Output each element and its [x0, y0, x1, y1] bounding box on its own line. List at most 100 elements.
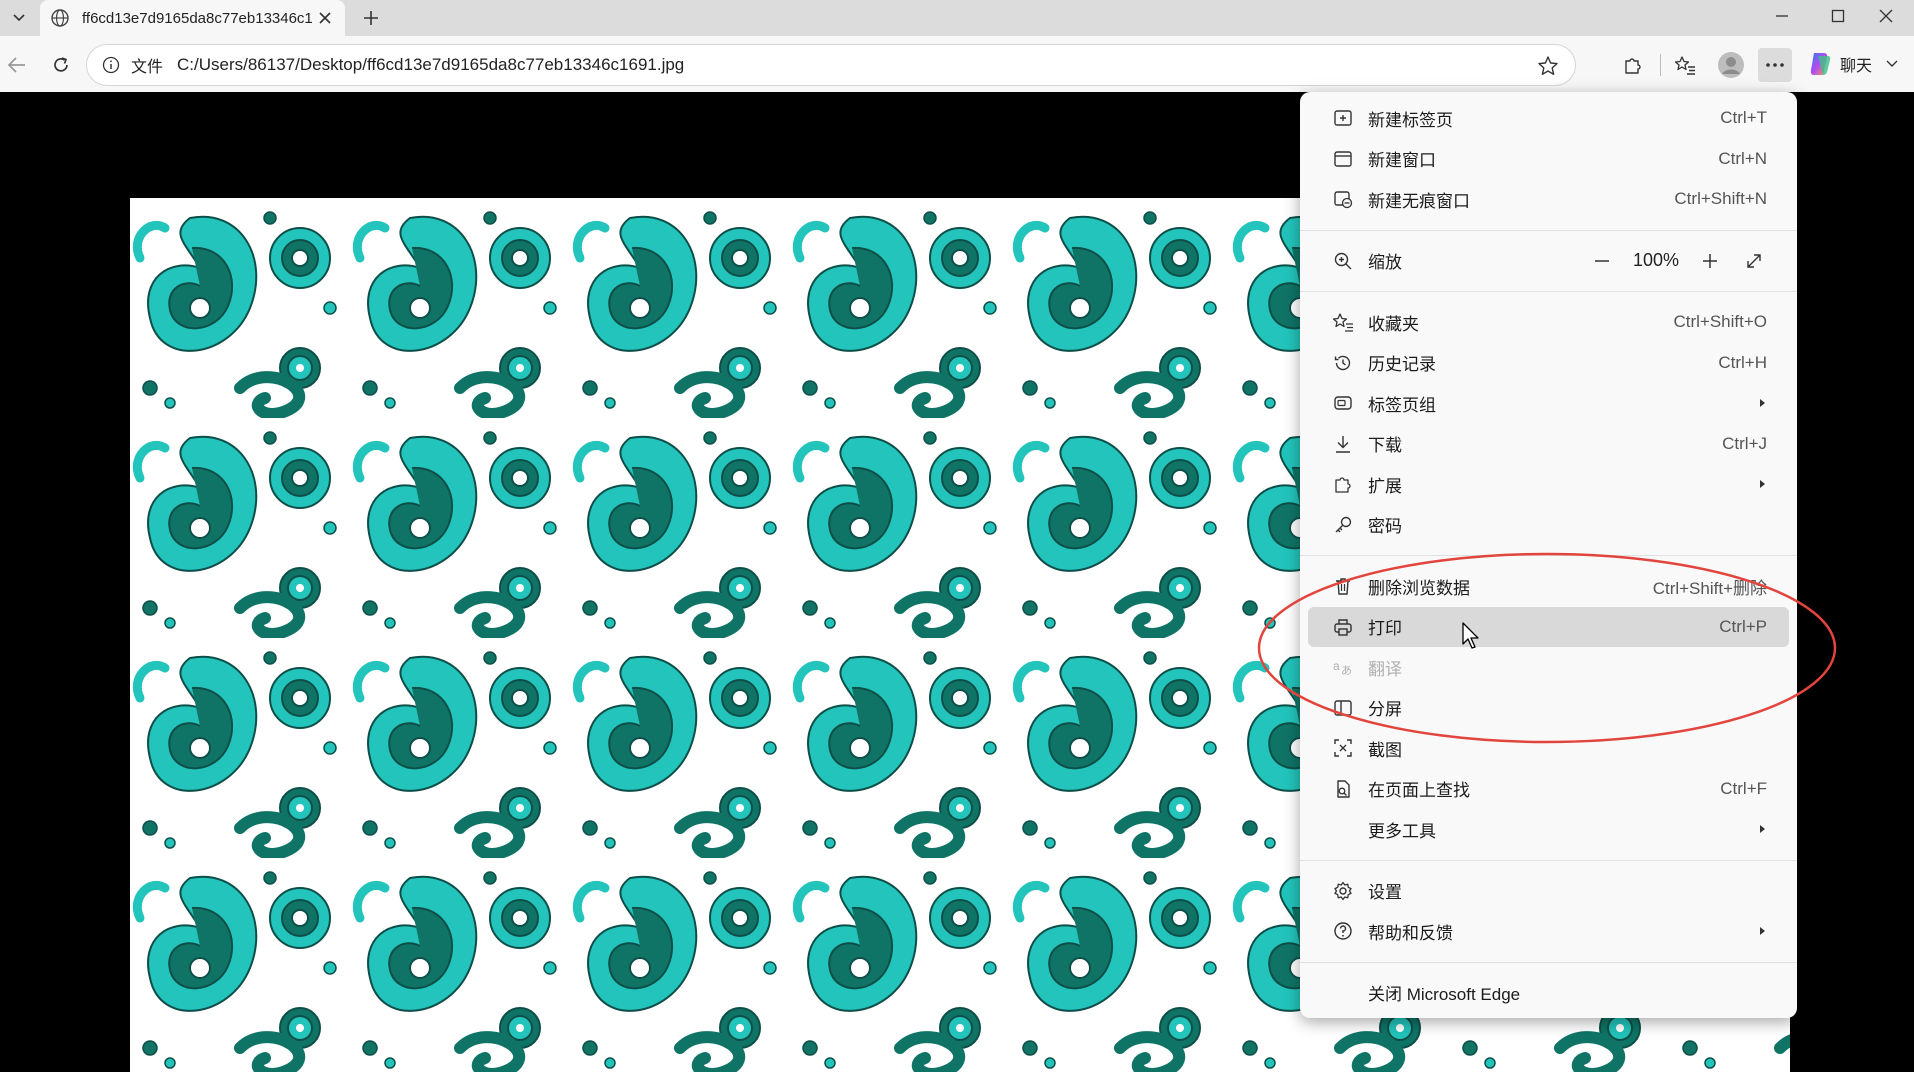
- settings-and-more-menu: 新建标签页 Ctrl+T 新建窗口 Ctrl+N 新建无痕窗口 Ctrl+Shi…: [1300, 92, 1797, 1018]
- menu-separator: [1300, 961, 1797, 963]
- menu-item-history[interactable]: 历史记录 Ctrl+H: [1308, 343, 1789, 384]
- svg-text:a: a: [1333, 659, 1340, 673]
- zoom-in-button[interactable]: [1697, 248, 1723, 274]
- back-arrow-icon: [7, 57, 25, 73]
- settings-and-more-button[interactable]: [1758, 48, 1792, 82]
- tab-groups-icon: [1332, 392, 1354, 414]
- menu-item-shortcut: Ctrl+T: [1720, 108, 1767, 128]
- print-icon: [1332, 616, 1354, 638]
- download-icon: [1332, 433, 1354, 455]
- copilot-icon: [1810, 53, 1831, 75]
- menu-item-more-tools[interactable]: 更多工具: [1308, 809, 1789, 850]
- menu-item-find-on-page[interactable]: 在页面上查找 Ctrl+F: [1308, 769, 1789, 810]
- menu-item-tab-groups[interactable]: 标签页组: [1308, 383, 1789, 424]
- settings-icon: [1332, 880, 1354, 902]
- menu-separator: [1300, 291, 1797, 292]
- submenu-arrow-icon: [1760, 927, 1765, 936]
- plus-icon: [364, 11, 378, 25]
- menu-item-new-tab[interactable]: 新建标签页 Ctrl+T: [1308, 98, 1789, 139]
- new-tab-button[interactable]: [356, 4, 386, 32]
- inprivate-window-icon: [1332, 188, 1354, 210]
- chevron-down-icon: [1886, 60, 1898, 67]
- menu-item-label: 帮助和反馈: [1368, 923, 1453, 943]
- close-tab-icon[interactable]: [315, 8, 335, 28]
- menu-item-label: 历史记录: [1368, 355, 1436, 375]
- zoom-out-button[interactable]: [1589, 248, 1615, 274]
- favorite-star-icon[interactable]: [1537, 55, 1559, 77]
- menu-item-close-edge[interactable]: 关闭 Microsoft Edge: [1308, 973, 1789, 1014]
- chevron-down-icon: [13, 14, 25, 22]
- menu-separator: [1300, 555, 1797, 556]
- zoom-icon: [1332, 250, 1354, 272]
- menu-item-label: 在页面上查找: [1368, 781, 1470, 801]
- menu-item-settings[interactable]: 设置: [1308, 871, 1789, 912]
- menu-item-shortcut: Ctrl+F: [1720, 778, 1767, 798]
- fullscreen-button[interactable]: [1741, 248, 1767, 274]
- menu-item-label: 分屏: [1368, 700, 1402, 720]
- close-icon: [1879, 9, 1893, 23]
- address-bar[interactable]: 文件 C:/Users/86137/Desktop/ff6cd13e7d9165…: [86, 44, 1576, 86]
- history-icon: [1332, 352, 1354, 374]
- favorites-button[interactable]: [1668, 48, 1702, 82]
- new-window-icon: [1332, 148, 1354, 170]
- new-tab-icon: [1332, 107, 1354, 129]
- menu-item-clear-browsing-data[interactable]: 删除浏览数据 Ctrl+Shift+删除: [1308, 566, 1789, 607]
- plus-icon: [1703, 253, 1717, 268]
- blank-icon: [1332, 982, 1354, 1004]
- extensions-icon: [1332, 473, 1354, 495]
- menu-item-help-and-feedback[interactable]: 帮助和反馈: [1308, 911, 1789, 952]
- menu-item-label: 下载: [1368, 436, 1402, 456]
- menu-item-split-screen[interactable]: 分屏: [1308, 688, 1789, 729]
- key-icon: [1332, 514, 1354, 536]
- menu-item-label: 关闭 Microsoft Edge: [1368, 985, 1521, 1005]
- menu-item-label: 缩放: [1368, 253, 1402, 273]
- menu-item-shortcut: Ctrl+Shift+删除: [1652, 578, 1767, 598]
- avatar-icon: [1718, 52, 1744, 78]
- menu-item-passwords[interactable]: 密码: [1308, 505, 1789, 546]
- menu-separator: [1300, 229, 1797, 231]
- menu-item-label: 删除浏览数据: [1368, 578, 1470, 598]
- globe-icon: [50, 8, 70, 28]
- menu-item-extensions[interactable]: 扩展: [1308, 464, 1789, 505]
- menu-item-label: 设置: [1368, 883, 1402, 903]
- menu-item-label: 截图: [1368, 740, 1402, 760]
- active-tab[interactable]: ff6cd13e7d9165da8c77eb13346c1691.jpg: [40, 0, 345, 36]
- menu-item-label: 翻译: [1368, 659, 1402, 679]
- menu-item-screenshot[interactable]: 截图: [1308, 728, 1789, 769]
- close-window-button[interactable]: [1858, 0, 1914, 32]
- menu-item-new-window[interactable]: 新建窗口 Ctrl+N: [1308, 139, 1789, 180]
- menu-item-shortcut: Ctrl+N: [1718, 148, 1767, 168]
- minus-icon: [1594, 260, 1609, 262]
- tab-list-button[interactable]: [4, 4, 34, 32]
- menu-item-label: 扩展: [1368, 476, 1402, 496]
- minimize-button[interactable]: [1754, 0, 1810, 32]
- extensions-button[interactable]: [1616, 48, 1650, 82]
- help-icon: [1332, 920, 1354, 942]
- navigation-toolbar: 文件 C:/Users/86137/Desktop/ff6cd13e7d9165…: [0, 36, 1914, 92]
- url-text[interactable]: C:/Users/86137/Desktop/ff6cd13e7d9165da8…: [177, 55, 684, 75]
- puzzle-icon: [1625, 58, 1641, 74]
- menu-item-label: 新建窗口: [1368, 151, 1436, 171]
- menu-item-favorites[interactable]: 收藏夹 Ctrl+Shift+O: [1308, 302, 1789, 343]
- menu-item-label: 密码: [1368, 517, 1402, 537]
- menu-item-label: 收藏夹: [1368, 314, 1419, 334]
- file-scheme-label: 文件: [131, 59, 164, 76]
- back-button[interactable]: [0, 48, 34, 82]
- menu-item-zoom: 缩放 100%: [1308, 241, 1789, 282]
- profile-button[interactable]: [1714, 48, 1748, 82]
- zoom-controls: 100%: [1589, 248, 1767, 274]
- menu-item-print[interactable]: 打印 Ctrl+P: [1308, 606, 1789, 647]
- menu-item-downloads[interactable]: 下载 Ctrl+J: [1308, 424, 1789, 465]
- favorites-list-icon: [1674, 56, 1695, 75]
- zoom-level: 100%: [1632, 250, 1679, 271]
- info-icon[interactable]: [101, 55, 121, 75]
- tab-title: ff6cd13e7d9165da8c77eb13346c1691.jpg: [82, 9, 312, 27]
- refresh-icon: [54, 57, 68, 72]
- menu-item-new-inprivate-window[interactable]: 新建无痕窗口 Ctrl+Shift+N: [1308, 179, 1789, 220]
- refresh-button[interactable]: [44, 48, 78, 82]
- copilot-chat-button[interactable]: 聊天: [1806, 46, 1898, 82]
- svg-text:あ: あ: [1341, 664, 1352, 677]
- more-dots-icon: [1766, 63, 1784, 67]
- submenu-arrow-icon: [1760, 480, 1765, 489]
- submenu-arrow-icon: [1760, 399, 1765, 408]
